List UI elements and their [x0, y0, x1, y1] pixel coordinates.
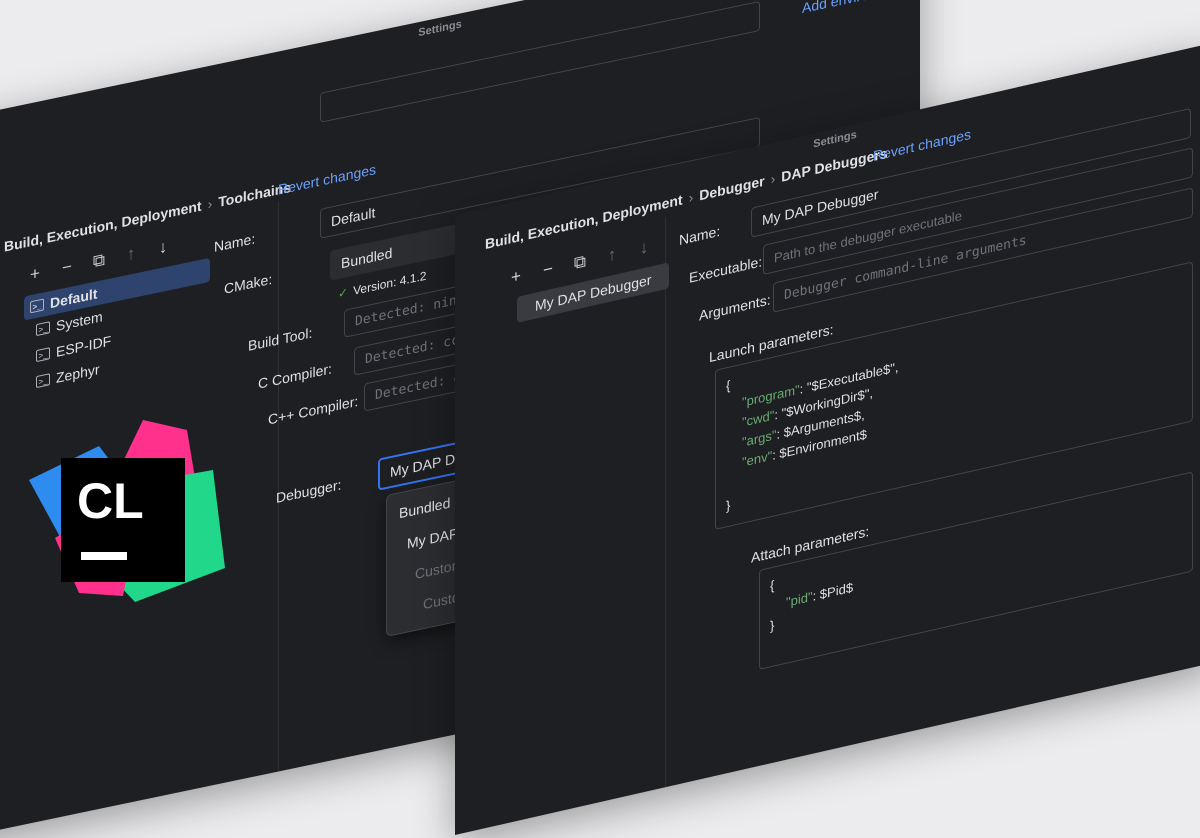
check-icon: ✓: [338, 284, 349, 302]
cpp-compiler-label: C++ Compiler:: [268, 392, 359, 428]
json-value: [726, 478, 730, 494]
move-up-icon[interactable]: ↑: [122, 242, 140, 266]
search-field[interactable]: [320, 0, 760, 123]
json-value: {: [770, 577, 775, 594]
terminal-icon: >_: [36, 373, 50, 389]
terminal-icon: >_: [36, 321, 50, 337]
logo-text: CL: [77, 473, 144, 529]
json-key: "env": [742, 447, 773, 470]
name-label: Name:: [679, 222, 721, 249]
executable-label: Executable:: [689, 253, 763, 286]
clion-logo: CL: [29, 420, 225, 602]
move-down-icon[interactable]: ↓: [154, 236, 172, 260]
add-icon[interactable]: +: [26, 262, 44, 286]
json-value: {: [726, 377, 731, 394]
revert-changes-link[interactable]: Revert changes: [278, 161, 376, 197]
arguments-label: Arguments:: [699, 291, 771, 324]
terminal-icon: >_: [30, 298, 44, 314]
terminal-icon: >_: [36, 347, 50, 363]
copy-icon[interactable]: ⧉: [90, 249, 108, 273]
remove-icon[interactable]: −: [539, 258, 557, 282]
add-environment-link[interactable]: Add environment ⌄: [802, 0, 920, 17]
logo-underscore: [81, 552, 127, 560]
debugger-label: Debugger:: [276, 476, 342, 506]
move-down-icon[interactable]: ↓: [635, 236, 653, 260]
remove-icon[interactable]: −: [58, 256, 76, 280]
copy-icon[interactable]: ⧉: [571, 251, 589, 275]
add-icon[interactable]: +: [507, 265, 525, 289]
move-up-icon[interactable]: ↑: [603, 243, 621, 267]
json-key: "pid": [786, 588, 813, 610]
json-value: }: [770, 617, 775, 634]
code-line: "pid": $Pid$: [770, 503, 1182, 617]
json-value: }: [726, 497, 731, 514]
